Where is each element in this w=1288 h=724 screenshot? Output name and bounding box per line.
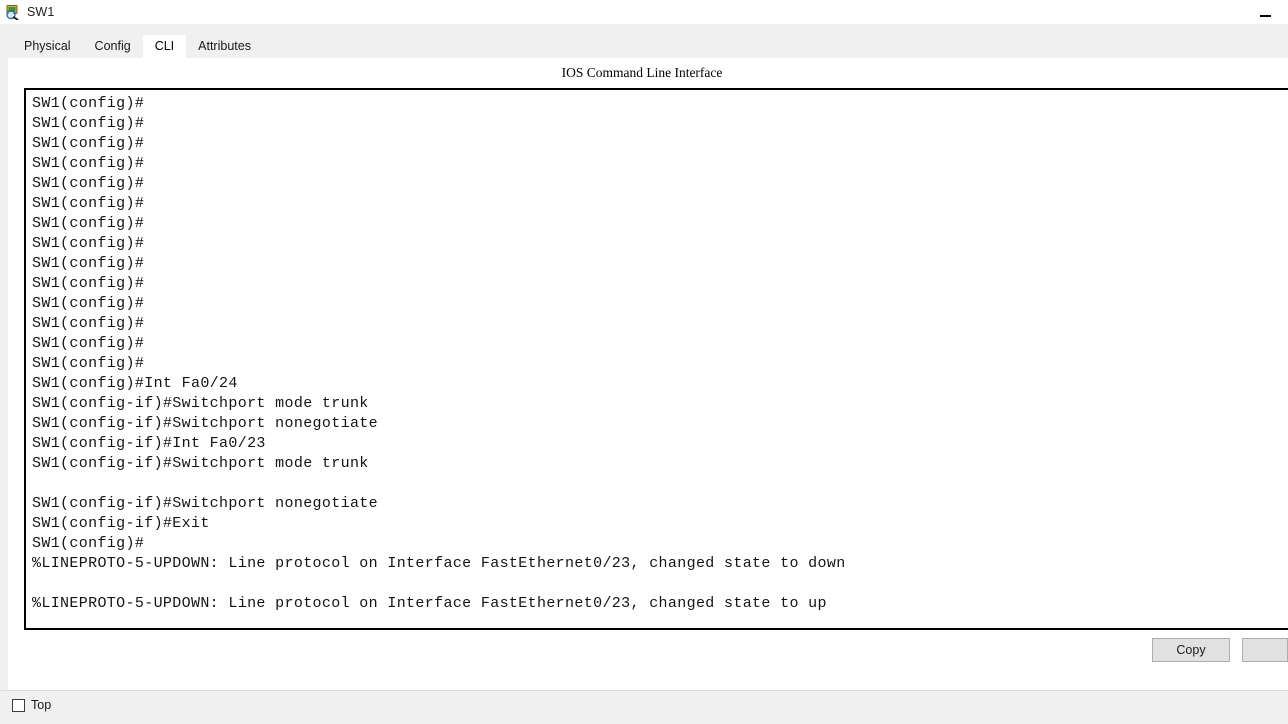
cli-panel: IOS Command Line Interface SW1(config)# S… — [8, 58, 1288, 690]
top-checkbox-label: Top — [31, 698, 52, 712]
terminal-line: SW1(config)# — [32, 155, 145, 172]
secondary-button[interactable] — [1242, 638, 1288, 662]
tab-config[interactable]: Config — [82, 35, 143, 58]
terminal-line: SW1(config)#Int Fa0/24 — [32, 375, 238, 392]
terminal-output[interactable]: SW1(config)# SW1(config)# SW1(config)# SW1(… — [24, 88, 1288, 630]
terminal-line: SW1(config-if)#Switchport mode trunk — [32, 455, 369, 472]
tab-cli[interactable]: CLI — [142, 35, 187, 58]
terminal-line: SW1(config)# — [32, 95, 145, 112]
terminal-line: SW1(config)# — [32, 195, 145, 212]
terminal-lines: SW1(config)# SW1(config)# SW1(config)# SW1(… — [26, 90, 1288, 628]
terminal-line: SW1(config)# — [32, 255, 145, 272]
panel-caption: IOS Command Line Interface — [561, 65, 723, 80]
terminal-line: SW1(config)# — [32, 175, 145, 192]
terminal-line: SW1(config)# — [32, 335, 145, 352]
terminal-line: SW1(config)# — [32, 275, 145, 292]
terminal-line: SW1(config-if)#Switchport mode trunk — [32, 395, 369, 412]
minimize-button[interactable] — [1242, 0, 1288, 24]
terminal-line: SW1(config)# — [32, 295, 145, 312]
title-bar: SW1 — [0, 0, 1288, 24]
terminal-line: SW1(config)# — [32, 115, 145, 132]
minimize-icon — [1259, 14, 1271, 17]
top-checkbox[interactable] — [12, 699, 25, 712]
tab-list: Physical Config CLI Attributes — [12, 34, 263, 58]
terminal-line: %LINEPROTO-5-UPDOWN: Line protocol on In… — [32, 595, 827, 612]
terminal-line: SW1(config)# — [32, 235, 145, 252]
terminal-line: SW1(config-if)#Switchport nonegotiate — [32, 495, 379, 512]
window-title: SW1 — [27, 5, 55, 19]
terminal-line: SW1(config)# — [32, 535, 145, 552]
tab-strip: Physical Config CLI Attributes — [0, 24, 1288, 58]
terminal-line: SW1(config)# — [32, 355, 145, 372]
terminal-line: SW1(config-if)#Int Fa0/23 — [32, 435, 266, 452]
copy-button[interactable]: Copy — [1152, 638, 1230, 662]
window-controls — [1242, 0, 1288, 24]
switch-device-icon — [5, 4, 21, 21]
cli-window: SW1 Physical Config CLI Attributes IOS C… — [0, 0, 1288, 724]
tab-physical[interactable]: Physical — [12, 35, 83, 58]
terminal-line: SW1(config-if)#Exit — [32, 515, 210, 532]
terminal-line: SW1(config)# — [32, 315, 145, 332]
terminal-button-row: Copy — [1152, 637, 1288, 663]
tab-attributes[interactable]: Attributes — [186, 35, 263, 58]
terminal-line: %LINEPROTO-5-UPDOWN: Line protocol on In… — [32, 555, 846, 572]
top-checkbox-row[interactable]: Top — [12, 699, 51, 712]
bottom-bar: Top — [0, 690, 1288, 724]
terminal-line: SW1(config)# — [32, 215, 145, 232]
terminal-line: SW1(config-if)#Switchport nonegotiate — [32, 415, 379, 432]
terminal-line: SW1(config)# — [32, 135, 145, 152]
left-gutter — [0, 24, 8, 690]
